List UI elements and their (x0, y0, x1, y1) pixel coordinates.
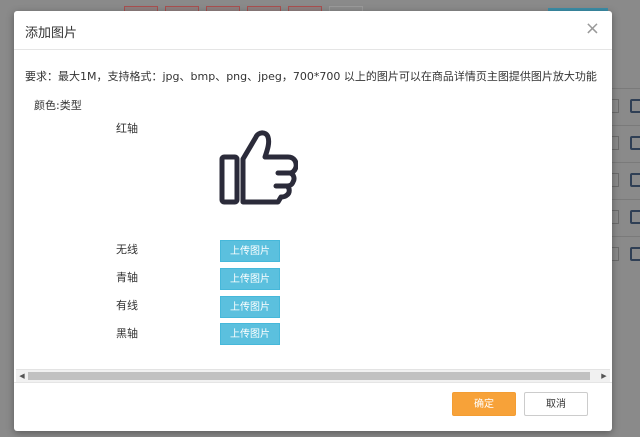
upload-image-button-black-switch[interactable]: 上传图片 (220, 323, 280, 345)
scroll-left-icon[interactable]: ◀ (16, 370, 28, 382)
variant-label-wireless: 无线 (116, 243, 138, 256)
background-row (612, 162, 640, 199)
edit-icon (630, 247, 640, 261)
background-row (612, 236, 640, 273)
close-icon[interactable]: × (585, 19, 600, 39)
upload-image-button-cyan-switch[interactable]: 上传图片 (220, 268, 280, 290)
background-row (612, 199, 640, 236)
background-table-rows (612, 88, 640, 273)
variant-label-cyan-switch: 青轴 (116, 271, 138, 284)
attribute-label: 颜色:类型 (34, 99, 82, 112)
dialog-header: 添加图片 × (14, 11, 612, 50)
cancel-button[interactable]: 取消 (524, 392, 588, 416)
confirm-button[interactable]: 确定 (452, 392, 516, 416)
upload-image-button-wired[interactable]: 上传图片 (220, 296, 280, 318)
checkbox-icon (612, 247, 619, 261)
checkbox-icon (612, 99, 619, 113)
variant-label-black-switch: 黑轴 (116, 327, 138, 340)
edit-icon (630, 210, 640, 224)
scrollbar-thumb[interactable] (28, 372, 590, 380)
dialog-footer: 确定 取消 (14, 382, 612, 431)
horizontal-scrollbar[interactable]: ◀ ▶ (16, 369, 610, 382)
edit-icon (630, 99, 640, 113)
upload-requirements: 要求：最大1M，支持格式：jpg、bmp、png、jpeg，700*700 以上… (25, 70, 597, 83)
thumbs-up-icon[interactable] (218, 127, 298, 207)
edit-icon (630, 173, 640, 187)
add-image-dialog: 添加图片 × 要求：最大1M，支持格式：jpg、bmp、png、jpeg，700… (14, 11, 612, 431)
dialog-title: 添加图片 (25, 26, 78, 41)
variant-label-wired: 有线 (116, 299, 138, 312)
upload-image-button-wireless[interactable]: 上传图片 (220, 240, 280, 262)
edit-icon (630, 136, 640, 150)
checkbox-icon (612, 210, 619, 224)
background-row (612, 88, 640, 125)
variant-label-red-switch: 红轴 (116, 122, 138, 135)
checkbox-icon (612, 136, 619, 150)
checkbox-icon (612, 173, 619, 187)
background-row (612, 125, 640, 162)
scroll-right-icon[interactable]: ▶ (598, 370, 610, 382)
